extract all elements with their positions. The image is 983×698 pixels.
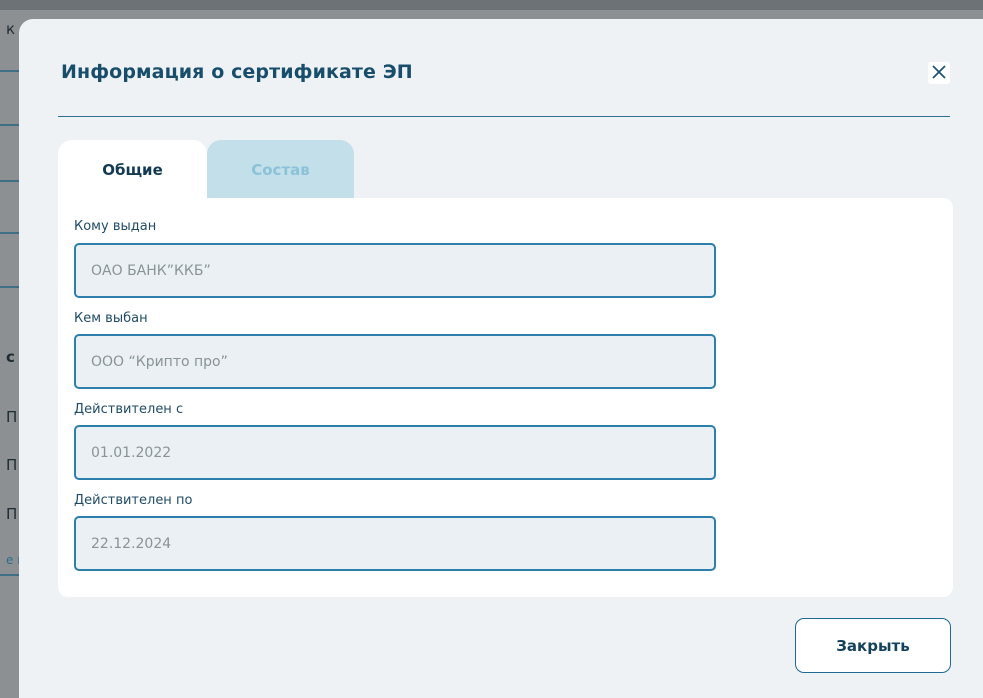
- tab-composition-label: Состав: [251, 161, 310, 179]
- valid-to-label: Действителен по: [74, 493, 193, 508]
- issued-by-label: Кем выбан: [74, 311, 148, 326]
- background-divider: [0, 574, 20, 576]
- tab-general[interactable]: Общие: [58, 140, 207, 200]
- issued-by-value: ООО “Крипто про”: [91, 353, 228, 370]
- general-tab-panel: Кому выдан ОАО БАНК”ККБ” Кем выбан ООО “…: [58, 198, 953, 597]
- issued-by-field[interactable]: ООО “Крипто про”: [74, 334, 716, 389]
- valid-from-label: Действителен с: [74, 402, 184, 417]
- valid-to-field[interactable]: 22.12.2024: [74, 516, 716, 571]
- header-divider: [58, 116, 950, 117]
- background-divider: [0, 70, 20, 72]
- close-dialog-button[interactable]: Закрыть: [795, 618, 951, 673]
- background-text-fragment: к: [6, 20, 16, 38]
- background-text-fragment: с: [6, 348, 15, 366]
- background-divider: [0, 124, 20, 126]
- tab-general-label: Общие: [102, 161, 163, 179]
- issued-to-value: ОАО БАНК”ККБ”: [91, 262, 211, 279]
- background-divider: [0, 232, 20, 234]
- background-top-bar: [0, 0, 983, 10]
- valid-to-value: 22.12.2024: [91, 535, 172, 552]
- background-divider: [0, 180, 20, 182]
- certificate-info-modal: Информация о сертификате ЭП Общие Состав…: [19, 19, 983, 698]
- tab-composition[interactable]: Состав: [207, 140, 354, 200]
- issued-to-label: Кому выдан: [74, 219, 157, 234]
- valid-from-value: 01.01.2022: [91, 444, 172, 461]
- background-divider: [0, 286, 20, 288]
- valid-from-field[interactable]: 01.01.2022: [74, 425, 716, 480]
- issued-to-field[interactable]: ОАО БАНК”ККБ”: [74, 243, 716, 298]
- close-button[interactable]: [928, 62, 950, 84]
- close-icon: [932, 64, 946, 83]
- modal-title: Информация о сертификате ЭП: [61, 61, 413, 83]
